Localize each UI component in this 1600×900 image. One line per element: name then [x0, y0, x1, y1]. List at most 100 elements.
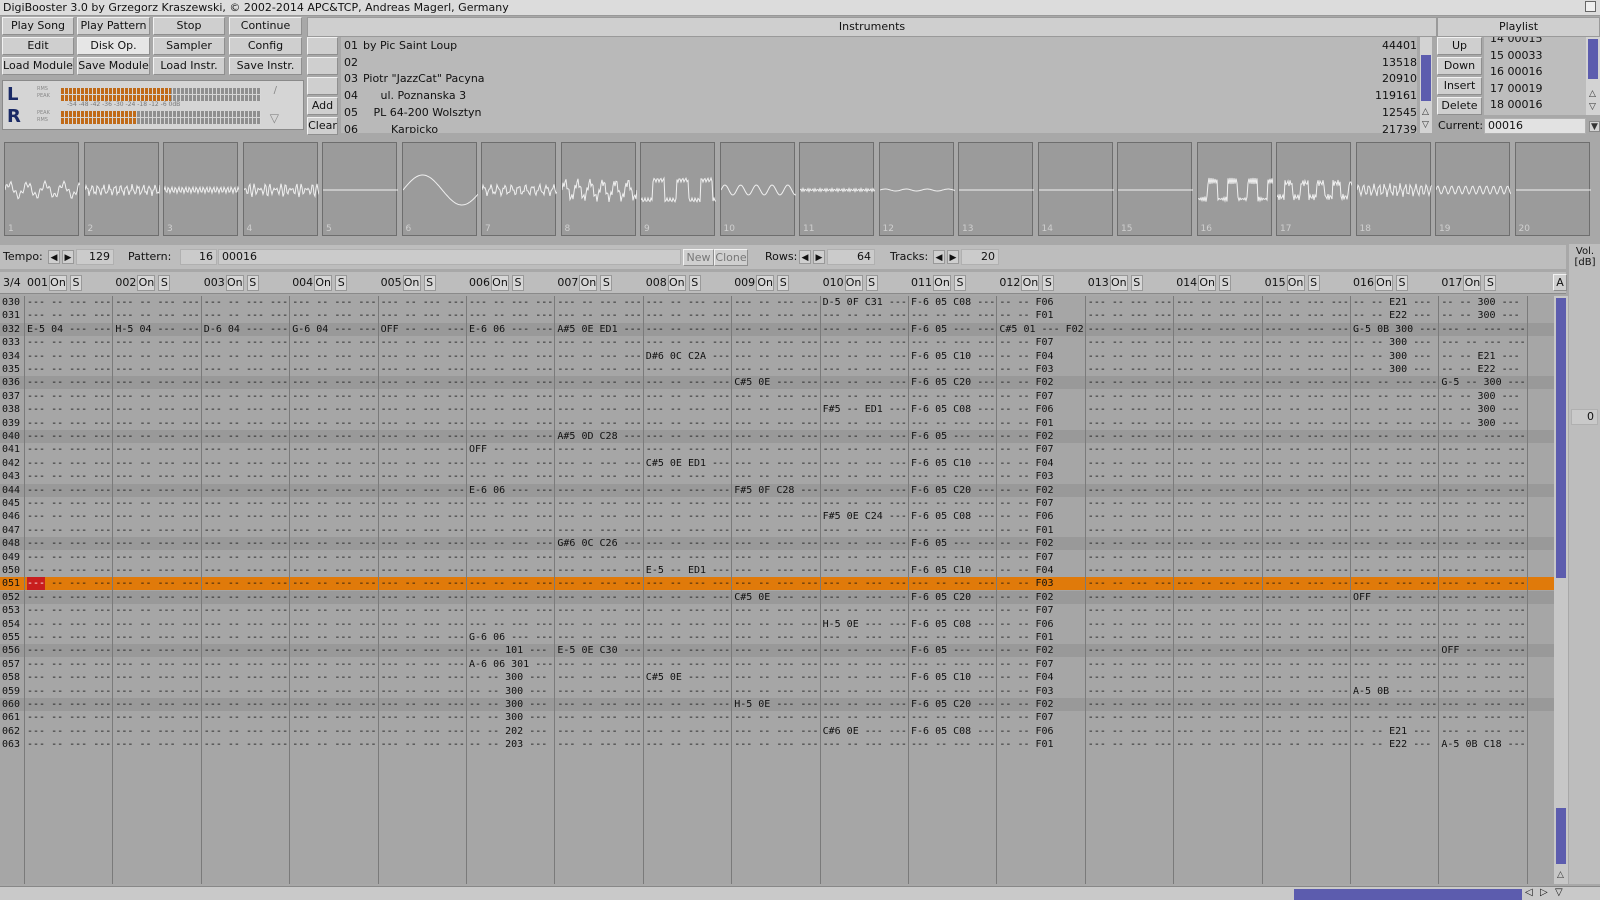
pattern-cell-empty[interactable]: --- -- --- ---: [469, 390, 555, 403]
pattern-cell[interactable]: -- -- F07: [999, 336, 1085, 349]
pattern-cell-empty[interactable]: --- -- --- ---: [1265, 376, 1351, 389]
pattern-cell[interactable]: D-6 04 --- ---: [204, 323, 290, 336]
pattern-cell[interactable]: -- -- F02: [999, 484, 1085, 497]
pattern-cell-empty[interactable]: --- -- --- ---: [557, 671, 643, 684]
scope-18[interactable]: 18: [1355, 142, 1432, 236]
pattern-cell-empty[interactable]: --- -- --- ---: [1353, 537, 1439, 550]
pattern-cell[interactable]: G-6 06 --- ---: [469, 631, 555, 644]
pattern-cell-empty[interactable]: --- -- --- ---: [292, 390, 378, 403]
pattern-cell-empty[interactable]: --- -- --- ---: [823, 417, 909, 430]
scope-5[interactable]: 5: [322, 142, 398, 236]
pattern-cell-empty[interactable]: --- -- --- ---: [823, 430, 909, 443]
pattern-cell-empty[interactable]: --- -- --- ---: [204, 350, 290, 363]
pattern-row[interactable]: 051 --- -- --- --- --- -- --- --- --- -- --…: [0, 577, 1556, 591]
pattern-cell-empty[interactable]: --- -- --- ---: [469, 524, 555, 537]
pattern-cell[interactable]: -- -- F02: [999, 644, 1085, 657]
pattern-cell[interactable]: A-5 0B C18 ---: [1441, 738, 1527, 751]
pattern-cell-empty[interactable]: --- -- --- ---: [292, 443, 378, 456]
track-on-button[interactable]: On: [225, 275, 244, 291]
pattern-cell[interactable]: -- -- 202 ---: [469, 725, 555, 738]
pattern-cell-empty[interactable]: --- -- --- ---: [646, 443, 732, 456]
pattern-cell-empty[interactable]: --- -- --- ---: [27, 457, 113, 470]
pattern-cell-empty[interactable]: --- -- --- ---: [557, 738, 643, 751]
pattern-cell-empty[interactable]: --- -- --- ---: [204, 457, 290, 470]
pattern-cell[interactable]: C#6 0E --- ---: [823, 725, 909, 738]
pattern-cell-empty[interactable]: --- -- --- ---: [557, 618, 643, 631]
pattern-cell-empty[interactable]: --- -- --- ---: [1441, 685, 1527, 698]
pattern-cell-empty[interactable]: --- -- --- ---: [823, 376, 909, 389]
pattern-cell-empty[interactable]: --- -- --- ---: [27, 711, 113, 724]
instrument-list[interactable]: 01 by Pic Saint Loup 44401 02 13518 03 Piotr "…: [341, 37, 1417, 133]
pattern-cell-empty[interactable]: --- -- --- ---: [1088, 631, 1174, 644]
track-solo-button[interactable]: S: [954, 275, 966, 291]
pattern-cell-empty[interactable]: --- -- --- ---: [115, 524, 201, 537]
pattern-cell-empty[interactable]: --- -- --- ---: [292, 363, 378, 376]
pattern-cell[interactable]: F-6 05 C20 ---: [911, 376, 997, 389]
pattern-cell[interactable]: F#5 0F C28 ---: [734, 484, 820, 497]
pattern-cell-empty[interactable]: --- -- --- ---: [646, 497, 732, 510]
pattern-cell-empty[interactable]: --- -- --- ---: [911, 711, 997, 724]
pattern-cell-empty[interactable]: --- -- --- ---: [292, 403, 378, 416]
pattern-cell-empty[interactable]: --- -- --- ---: [381, 564, 467, 577]
pattern-cell-empty[interactable]: --- -- --- ---: [734, 430, 820, 443]
pattern-cell-empty[interactable]: --- -- --- ---: [115, 484, 201, 497]
pattern-cell-empty[interactable]: --- -- --- ---: [1441, 510, 1527, 523]
pattern-cell-empty[interactable]: --- -- --- ---: [646, 309, 732, 322]
pattern-cell-empty[interactable]: --- -- --- ---: [734, 323, 820, 336]
pattern-cell-empty[interactable]: --- -- --- ---: [1353, 457, 1439, 470]
pattern-cell-empty[interactable]: --- -- --- ---: [292, 309, 378, 322]
pattern-cell-empty[interactable]: --- -- --- ---: [115, 564, 201, 577]
pattern-cell[interactable]: E-5 0E C30 ---: [557, 644, 643, 657]
pattern-cell-empty[interactable]: --- -- --- ---: [1353, 658, 1439, 671]
pattern-cell-empty[interactable]: --- -- --- ---: [1265, 644, 1351, 657]
pattern-cell-empty[interactable]: --- -- --- ---: [1088, 510, 1174, 523]
pattern-cell-empty[interactable]: --- -- --- ---: [1353, 403, 1439, 416]
pattern-cell[interactable]: C#5 01 --- F02: [999, 323, 1085, 336]
pattern-row[interactable]: 052 --- -- --- --- --- -- --- --- --- -- --…: [0, 590, 1556, 604]
pattern-cell-empty[interactable]: --- -- --- ---: [911, 658, 997, 671]
pattern-cell-empty[interactable]: --- -- --- ---: [204, 591, 290, 604]
pattern-cell-empty[interactable]: --- -- --- ---: [292, 685, 378, 698]
pattern-cell-empty[interactable]: --- -- --- ---: [381, 725, 467, 738]
pattern-cell-empty[interactable]: --- -- --- ---: [1176, 363, 1262, 376]
pattern-cell[interactable]: A#5 0D C28 ---: [557, 430, 643, 443]
pattern-cell-empty[interactable]: --- -- --- ---: [1176, 443, 1262, 456]
pattern-row[interactable]: 031 --- -- --- --- --- -- --- --- --- -- --…: [0, 309, 1556, 322]
pattern-cell-empty[interactable]: --- -- --- ---: [1441, 671, 1527, 684]
pattern-cell-empty[interactable]: --- -- --- ---: [115, 430, 201, 443]
tempo-field[interactable]: 129: [76, 249, 114, 265]
pattern-cell-empty[interactable]: --- -- --- ---: [1088, 738, 1174, 751]
pattern-cell-empty[interactable]: --- -- --- ---: [1176, 390, 1262, 403]
pattern-cell-empty[interactable]: --- -- --- ---: [1088, 551, 1174, 564]
pattern-cell-empty[interactable]: --- -- --- ---: [1265, 323, 1351, 336]
pattern-cell-empty[interactable]: --- -- --- ---: [292, 497, 378, 510]
pattern-cell-empty[interactable]: --- -- --- ---: [557, 685, 643, 698]
pattern-cell-empty[interactable]: --- -- --- ---: [1176, 577, 1262, 590]
pattern-cell-empty[interactable]: --- -- --- ---: [557, 604, 643, 617]
pattern-cell-empty[interactable]: --- -- --- ---: [204, 658, 290, 671]
pattern-cell-empty[interactable]: --- -- --- ---: [557, 658, 643, 671]
pattern-row[interactable]: 060 --- -- --- --- --- -- --- --- --- -- --…: [0, 698, 1556, 711]
track-on-button[interactable]: On: [844, 275, 863, 291]
pattern-cell[interactable]: D#6 0C C2A ---: [646, 350, 732, 363]
pattern-cell-empty[interactable]: --- -- --- ---: [823, 698, 909, 711]
pattern-cell-empty[interactable]: --- -- --- ---: [1265, 497, 1351, 510]
pattern-cell-empty[interactable]: --- -- --- ---: [557, 711, 643, 724]
pattern-cell-empty[interactable]: --- -- --- ---: [27, 390, 113, 403]
track-solo-button[interactable]: S: [512, 275, 524, 291]
playlist-item[interactable]: 18 00016: [1490, 97, 1543, 113]
pattern-cell-empty[interactable]: --- -- --- ---: [1265, 443, 1351, 456]
pattern-cell-empty[interactable]: --- -- --- ---: [1265, 671, 1351, 684]
pattern-cell-empty[interactable]: --- -- --- ---: [381, 631, 467, 644]
track-on-button[interactable]: On: [1198, 275, 1217, 291]
pattern-cell-empty[interactable]: --- -- --- ---: [1176, 497, 1262, 510]
pattern-cell-empty[interactable]: --- -- --- ---: [1088, 350, 1174, 363]
pattern-cell-empty[interactable]: --- -- --- ---: [1441, 604, 1527, 617]
pattern-cell-empty[interactable]: --- -- --- ---: [204, 685, 290, 698]
current-dropdown-icon[interactable]: ▼: [1589, 121, 1600, 132]
pattern-scroll-thumb-top[interactable]: [1556, 298, 1566, 578]
pattern-cell-empty[interactable]: --- -- --- ---: [911, 738, 997, 751]
pattern-cell-empty[interactable]: --- -- --- ---: [292, 417, 378, 430]
pattern-cell-empty[interactable]: --- -- --- ---: [27, 698, 113, 711]
track-solo-button[interactable]: S: [1307, 275, 1320, 291]
